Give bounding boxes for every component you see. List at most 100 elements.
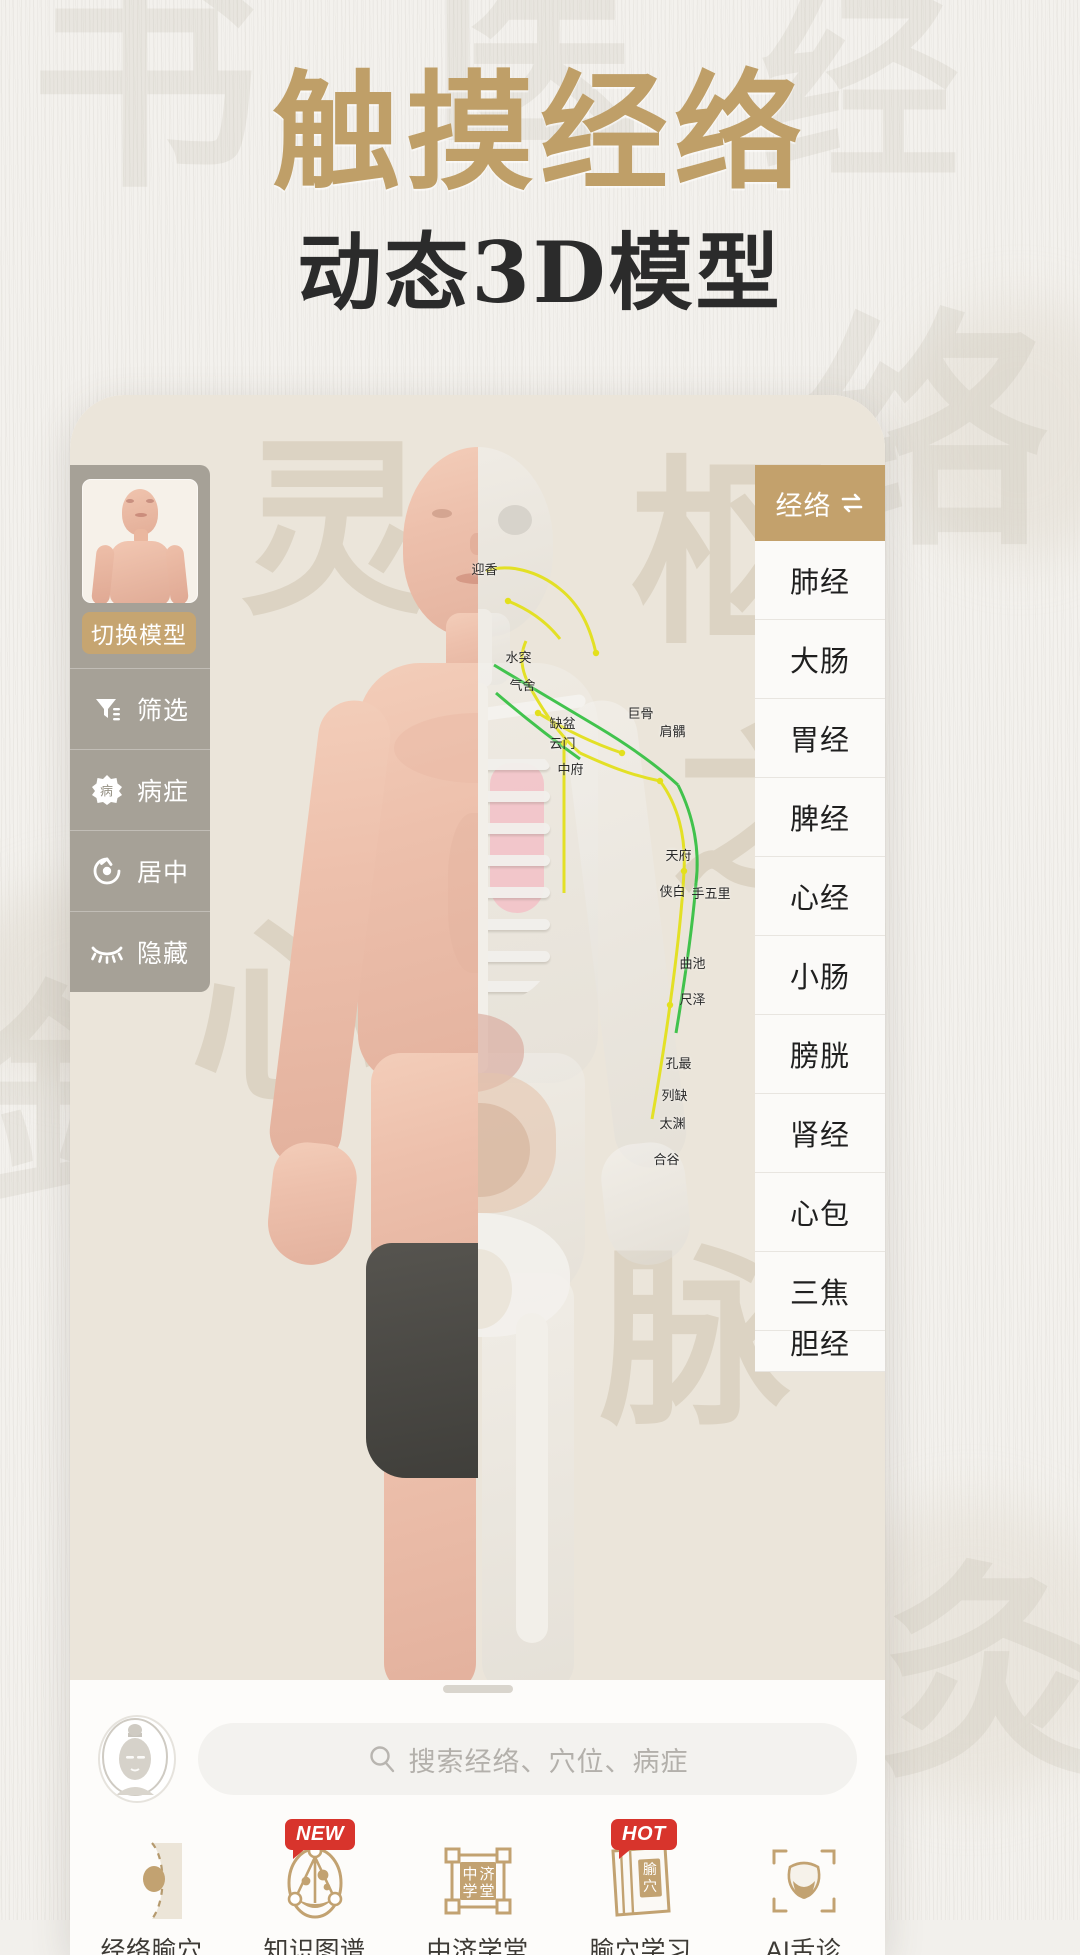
acupoint-label: 列缺 — [661, 1089, 688, 1104]
nav-item-label: 经络腧穴 — [100, 1937, 203, 1955]
meridian-panel-title: 经络 — [775, 490, 832, 521]
rail-item-label: 病症 — [137, 778, 190, 806]
disease-icon: 病 — [90, 773, 124, 807]
meridian-item-label: 三焦 — [789, 1278, 850, 1310]
nav-item-knowledge-graph[interactable]: NEW 知识图谱 — [233, 1819, 396, 1955]
sheet-grabber[interactable] — [442, 1685, 513, 1693]
meridian-item-label: 心经 — [789, 883, 850, 915]
tongue-scan-icon — [760, 1837, 848, 1925]
acupoint-label: 气舍 — [509, 679, 536, 694]
acupoint-label: 合谷 — [653, 1153, 680, 1168]
acupoint-label: 中府 — [557, 763, 584, 778]
rail-item-recenter[interactable]: 居中 — [70, 830, 210, 911]
meridian-item-bladder[interactable]: 膀胱 — [755, 1015, 885, 1094]
meridian-item-label: 肾经 — [789, 1120, 850, 1152]
search-row: 搜索经络、穴位、病症 — [70, 1705, 885, 1813]
phone-mockup: 灵 枢 之 心 脉 — [70, 395, 885, 1955]
meridian-panel-header[interactable]: 经络 — [755, 465, 885, 541]
meridian-item-spleen[interactable]: 脾经 — [755, 778, 885, 857]
meridian-item-label: 小肠 — [789, 962, 850, 994]
model-anatomy-half — [477, 413, 748, 1680]
hero-header: 触摸经络 动态3D模型 — [0, 58, 1080, 323]
search-icon — [367, 1744, 397, 1774]
filter-icon — [90, 692, 124, 726]
search-placeholder: 搜索经络、穴位、病症 — [408, 1746, 689, 1777]
meridian-item-heart[interactable]: 心经 — [755, 857, 885, 936]
svg-text:堂: 堂 — [479, 1882, 494, 1900]
meridian-list-panel: 经络 肺经 大肠 胃经 脾经 心经 小肠 膀胱 肾经 心包 三焦 胆经 — [755, 465, 885, 1372]
meridian-item-label: 大肠 — [789, 646, 850, 678]
acupoint-label: 侠白 — [659, 885, 686, 900]
recenter-icon — [90, 854, 124, 888]
nav-item-ai-tongue[interactable]: AI舌诊 — [722, 1825, 885, 1955]
meridian-item-pericardium[interactable]: 心包 — [755, 1173, 885, 1252]
knowledge-graph-icon — [271, 1837, 359, 1925]
rail-item-label: 筛选 — [137, 697, 190, 725]
new-badge: NEW — [285, 1819, 356, 1859]
acupoint-label: 尺泽 — [679, 993, 706, 1008]
svg-text:穴: 穴 — [643, 1879, 657, 1895]
tool-rail: 切换模型 筛选 病 病症 居中 隐藏 — [70, 465, 210, 992]
book-icon: 腧 穴 — [597, 1837, 685, 1925]
meridian-item-label: 心包 — [789, 1199, 850, 1231]
meridian-item-triple-burner[interactable]: 三焦 — [755, 1252, 885, 1331]
human-3d-model[interactable]: 迎香 水突 气舍 缺盆 云门 中府 巨骨 肩髃 天府 侠白 手五里 曲池 尺泽 … — [208, 413, 748, 1680]
nav-item-academy[interactable]: 中 济 学 堂 中济学堂 — [396, 1825, 559, 1955]
model-thumbnail[interactable] — [82, 479, 198, 603]
meridian-item-kidney[interactable]: 肾经 — [755, 1094, 885, 1173]
svg-text:腧: 腧 — [643, 1862, 657, 1878]
svg-text:济: 济 — [479, 1865, 494, 1883]
nav-item-label: 中济学堂 — [426, 1937, 529, 1955]
page-subtitle: 动态3D模型 — [297, 223, 783, 323]
model-viewport[interactable]: 灵 枢 之 心 脉 — [70, 395, 885, 1680]
hide-eye-icon — [90, 935, 124, 969]
swap-arrows-icon — [839, 492, 865, 514]
meridian-item-label: 胃经 — [789, 725, 850, 757]
meridian-item-lung[interactable]: 肺经 — [755, 541, 885, 620]
ribcage — [477, 743, 556, 1003]
thumbnail-figure — [86, 487, 194, 603]
rail-item-label: 隐藏 — [137, 940, 190, 968]
tcm-doctor-avatar[interactable] — [98, 1715, 176, 1803]
svg-text:学: 学 — [462, 1882, 477, 1900]
rail-item-hide[interactable]: 隐藏 — [70, 911, 210, 992]
svg-text:中: 中 — [462, 1865, 477, 1883]
hot-badge: HOT — [611, 1819, 677, 1859]
acupoint-label: 太渊 — [659, 1117, 686, 1132]
meridian-item-large-intestine[interactable]: 大肠 — [755, 620, 885, 699]
acupoint-label: 曲池 — [679, 957, 706, 972]
meridian-item-label: 胆经 — [789, 1331, 850, 1361]
acupoint-label: 孔最 — [665, 1057, 692, 1072]
meridian-item-gallbladder[interactable]: 胆经 — [755, 1331, 885, 1372]
acupoint-label: 巨骨 — [627, 707, 654, 722]
model-skin-half — [208, 413, 478, 1680]
rail-item-disease[interactable]: 病 病症 — [70, 749, 210, 830]
meridian-item-label: 肺经 — [789, 567, 850, 599]
switch-model-button[interactable]: 切换模型 — [82, 612, 196, 654]
switch-model-label: 切换模型 — [91, 622, 187, 648]
model-thumbnail-button[interactable] — [70, 465, 210, 603]
nav-item-label: 腧穴学习 — [589, 1937, 692, 1955]
rail-item-label: 居中 — [137, 859, 190, 887]
nav-item-label: AI舌诊 — [765, 1937, 842, 1955]
acupoint-label: 水突 — [505, 651, 532, 666]
acupoint-label: 云门 — [549, 737, 576, 752]
meridian-item-label: 脾经 — [789, 804, 850, 836]
rail-item-filter[interactable]: 筛选 — [70, 668, 210, 749]
bottom-nav: 经络腧穴 NEW 知识图谱 中 济 学 堂 中济学堂 HOT 腧 穴 腧穴学习 … — [70, 1819, 885, 1955]
page-title: 触摸经络 — [271, 58, 808, 208]
acupoint-label: 迎香 — [471, 563, 498, 578]
svg-text:病: 病 — [100, 785, 114, 800]
meridian-item-label: 膀胱 — [789, 1041, 850, 1073]
acupoint-label: 天府 — [665, 849, 692, 864]
nav-item-label: 知识图谱 — [263, 1937, 366, 1955]
academy-icon: 中 济 学 堂 — [434, 1837, 522, 1925]
search-input[interactable]: 搜索经络、穴位、病症 — [198, 1723, 857, 1795]
nav-item-meridian-points[interactable]: 经络腧穴 — [70, 1825, 233, 1955]
acupoint-label: 肩髃 — [659, 725, 686, 740]
acupoint-label: 手五里 — [691, 887, 731, 902]
acupoint-label: 缺盆 — [549, 717, 576, 732]
nav-item-point-study[interactable]: HOT 腧 穴 腧穴学习 — [559, 1819, 722, 1955]
meridian-item-stomach[interactable]: 胃经 — [755, 699, 885, 778]
meridian-item-small-intestine[interactable]: 小肠 — [755, 936, 885, 1015]
